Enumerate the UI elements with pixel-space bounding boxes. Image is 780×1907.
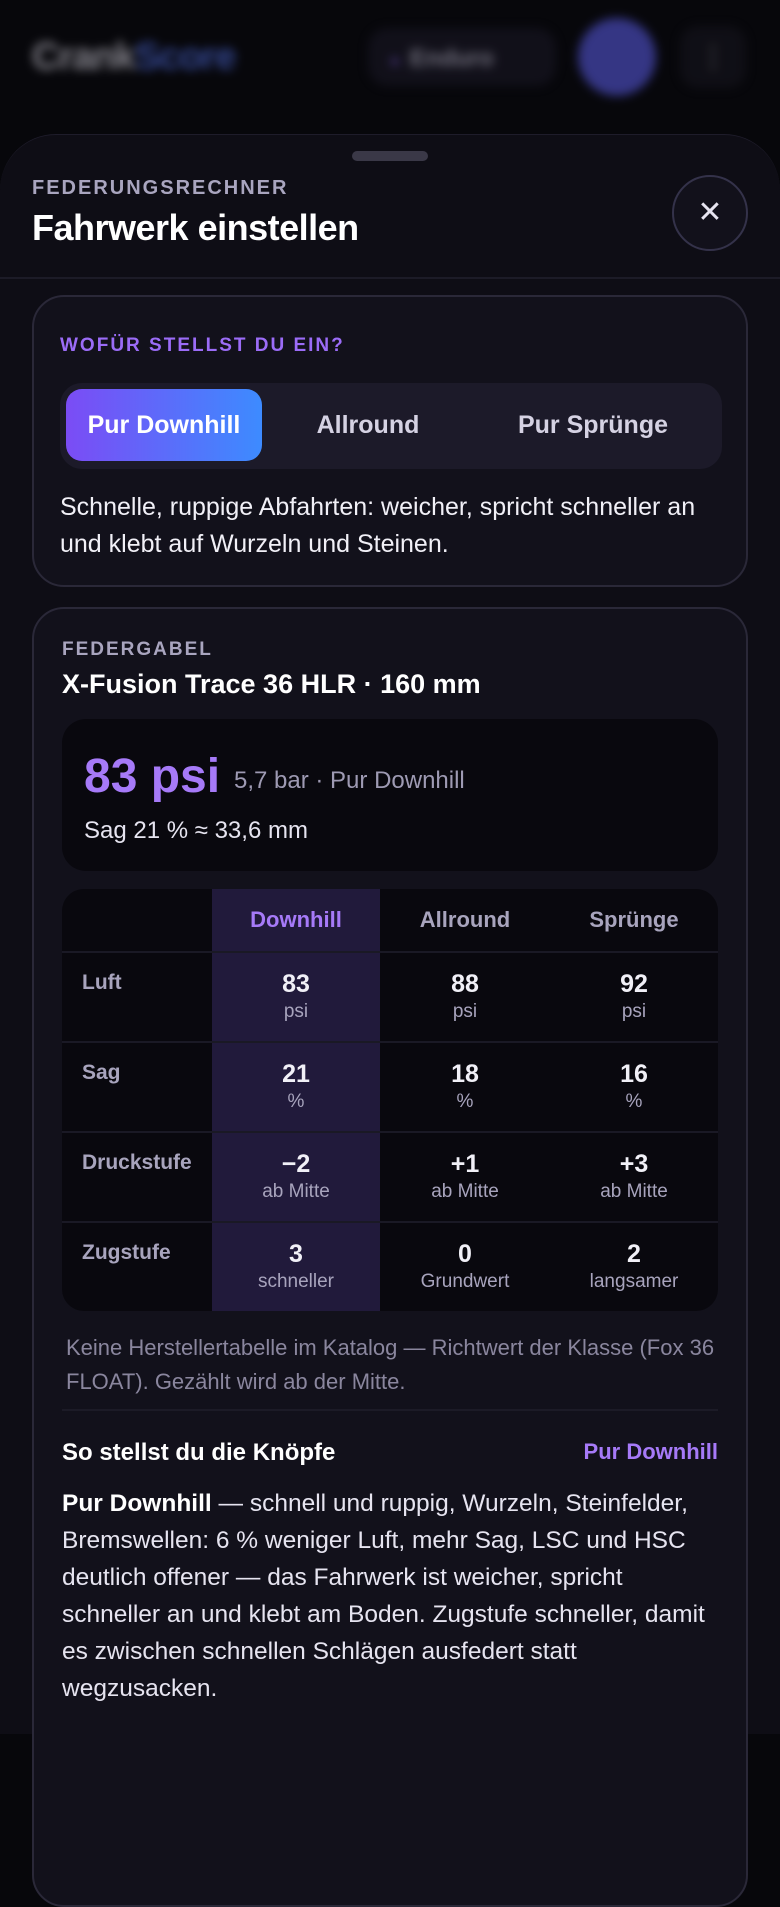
discipline-dropdown: ● Enduro <box>368 28 556 86</box>
close-icon: ✕ <box>697 196 723 229</box>
table-header-downhill: Downhill <box>250 907 342 932</box>
row-label: Luft <box>82 971 122 994</box>
table-cell: 21% <box>282 1060 310 1112</box>
sheet-title: Fahrwerk einstellen <box>32 207 359 248</box>
table-row: Sag 21% 18% 16% <box>62 1041 718 1131</box>
background-app-bar: CrankScore ● Enduro ⋮ <box>0 0 780 120</box>
close-button[interactable]: ✕ <box>672 175 748 251</box>
purpose-card: WOFÜR STELLST DU EIN? Pur Downhill Allro… <box>32 295 748 587</box>
table-cell: −2 ab Mitte <box>262 1150 330 1202</box>
table-cell: 3 schneller <box>257 1240 335 1292</box>
sheet-eyebrow: FEDERUNGSRECHNER <box>32 177 289 199</box>
app-logo: CrankScore <box>32 36 236 78</box>
table-header-jumps: Sprünge <box>589 907 679 932</box>
table-cell: 0 Grundwert <box>420 1240 510 1292</box>
recommendation-box: 83 psi 5,7 bar · Pur Downhill Sag 21 % ≈… <box>62 719 718 871</box>
settings-table: Downhill Allround Sprünge Luft 83 psi 88 p… <box>62 889 718 1311</box>
table-cell: 18% <box>451 1060 479 1112</box>
table-cell: 92 psi <box>620 970 648 1022</box>
purpose-description: Schnelle, ruppige Abfahrten: weicher, sp… <box>60 493 696 558</box>
knobs-lead: Pur Downhill <box>62 1490 212 1517</box>
purpose-option-downhill[interactable]: Pur Downhill <box>66 389 262 461</box>
table-cell: 83 psi <box>282 970 310 1022</box>
fork-card: FEDERGABEL X-Fusion Trace 36 HLR · 160 m… <box>32 607 748 1907</box>
air-pressure-subtext: 5,7 bar · Pur Downhill <box>234 767 465 794</box>
table-cell: +3 ab Mitte <box>600 1150 668 1202</box>
table-cell: +1 ab Mitte <box>431 1150 499 1202</box>
row-label: Zugstufe <box>82 1241 171 1264</box>
table-header-allround: Allround <box>419 907 511 932</box>
table-footnote: Keine Herstellertabelle im Katalog — Ric… <box>66 1335 715 1394</box>
suspension-calculator-sheet: FEDERUNGSRECHNER Fahrwerk einstellen ✕ W… <box>0 134 780 1907</box>
purpose-option-jumps[interactable]: Pur Sprünge <box>474 389 712 461</box>
sheet-grabber[interactable] <box>352 151 428 161</box>
table-row: Zugstufe 3 schneller 0 Grundwert 2 langsame… <box>62 1221 718 1311</box>
fork-eyebrow: FEDERGABEL <box>62 639 213 660</box>
purpose-option-allround[interactable]: Allround <box>270 389 466 461</box>
table-cell: 16% <box>620 1060 648 1112</box>
discipline-dot-icon: ● <box>390 53 400 70</box>
table-row: Luft 83 psi 88 psi 92 psi <box>62 951 718 1041</box>
knobs-instructions: Pur Downhill — schnell und ruppig, Wurze… <box>62 1485 722 1707</box>
knobs-mode-label: Pur Downhill <box>583 1439 718 1464</box>
more-icon: ⋮ <box>680 26 746 88</box>
purpose-label: WOFÜR STELLST DU EIN? <box>60 335 345 356</box>
table-cell: 88 psi <box>451 970 479 1022</box>
divider <box>0 277 780 279</box>
table-cell: 2 langsamer <box>589 1240 679 1292</box>
air-pressure-value: 83 psi <box>84 750 221 803</box>
purpose-segmented-control: Pur Downhill Allround Pur Sprünge <box>60 383 722 469</box>
knobs-body: — schnell und ruppig, Wurzeln, Steinfeld… <box>62 1490 705 1702</box>
table-row: Druckstufe −2 ab Mitte +1 ab Mitte +3 ab Mi… <box>62 1131 718 1221</box>
sag-summary: Sag 21 % ≈ 33,6 mm <box>84 817 308 844</box>
avatar <box>578 18 656 96</box>
row-label: Druckstufe <box>82 1151 192 1174</box>
fork-name: X-Fusion Trace 36 HLR · 160 mm <box>62 669 481 699</box>
knobs-section-title: So stellst du die Knöpfe <box>62 1439 336 1466</box>
divider <box>62 1409 718 1411</box>
row-label: Sag <box>82 1061 121 1084</box>
